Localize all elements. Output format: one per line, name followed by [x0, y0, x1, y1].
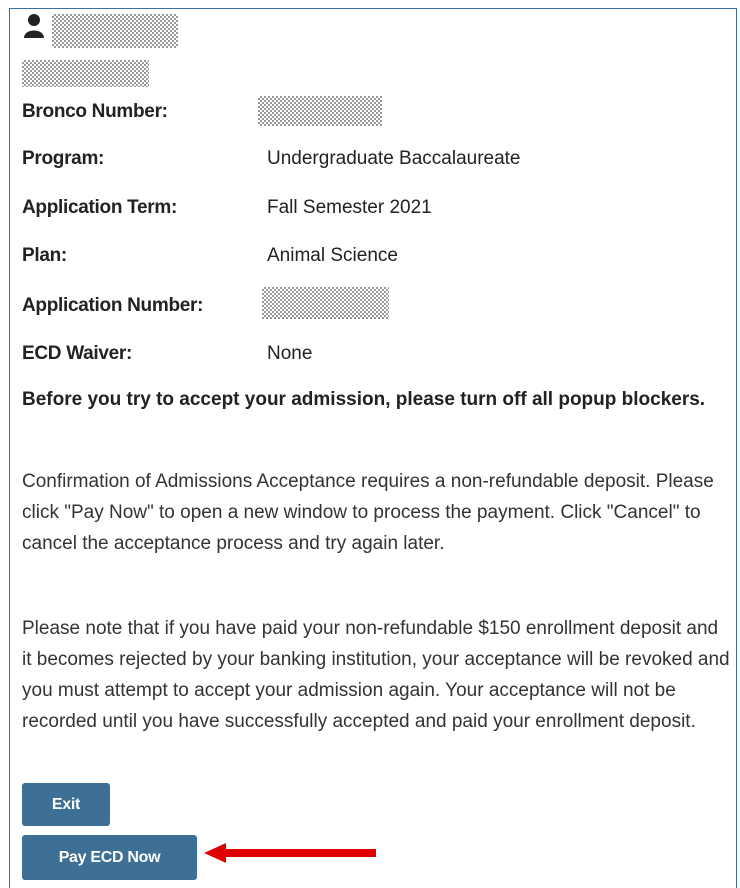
label-program: Program: [22, 148, 105, 169]
deposit-info-paragraph: Confirmation of Admissions Acceptance re… [22, 471, 714, 554]
value-program: Undergraduate Baccalaureate [267, 148, 521, 169]
value-application-term: Fall Semester 2021 [267, 197, 432, 218]
label-application-number: Application Number: [22, 295, 204, 316]
label-bronco-number: Bronco Number: [22, 101, 168, 122]
value-ecd-waiver: None [267, 343, 313, 364]
user-icon [24, 14, 44, 38]
redacted-bronco-number [258, 96, 382, 126]
content-panel [9, 8, 737, 888]
pay-ecd-now-button[interactable]: Pay ECD Now [22, 835, 197, 880]
redacted-application-number [262, 287, 389, 319]
exit-button[interactable]: Exit [22, 783, 110, 826]
redacted-id [22, 60, 149, 87]
label-application-term: Application Term: [22, 197, 177, 218]
redacted-name [52, 14, 178, 48]
label-ecd-waiver: ECD Waiver: [22, 343, 133, 364]
popup-blocker-notice: Before you try to accept your admission,… [22, 389, 706, 410]
value-plan: Animal Science [267, 245, 398, 266]
rejection-warning-paragraph: Please note that if you have paid your n… [22, 618, 730, 732]
label-plan: Plan: [22, 245, 67, 266]
